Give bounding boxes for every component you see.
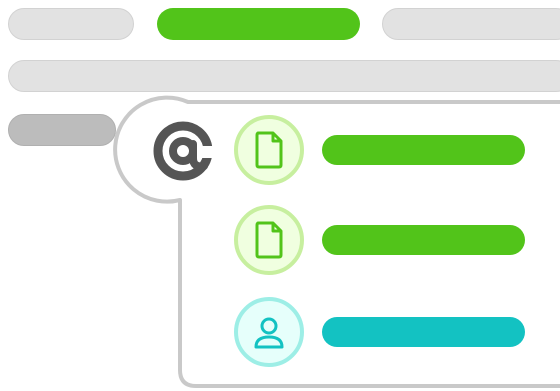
mention-item-user-icon-wrap[interactable] — [234, 297, 304, 367]
user-icon — [254, 317, 284, 349]
mention-item-file-label-bar[interactable] — [322, 225, 525, 255]
mention-editor-illustration — [0, 0, 560, 391]
at-sign-icon[interactable] — [148, 116, 218, 186]
file-icon — [255, 221, 283, 259]
file-icon — [255, 131, 283, 169]
mention-item-file-icon-wrap[interactable] — [234, 205, 304, 275]
mention-item-file-icon-wrap[interactable] — [234, 115, 304, 185]
mention-item-user-label-bar[interactable] — [322, 317, 525, 347]
mention-item-file-label-bar[interactable] — [322, 135, 525, 165]
